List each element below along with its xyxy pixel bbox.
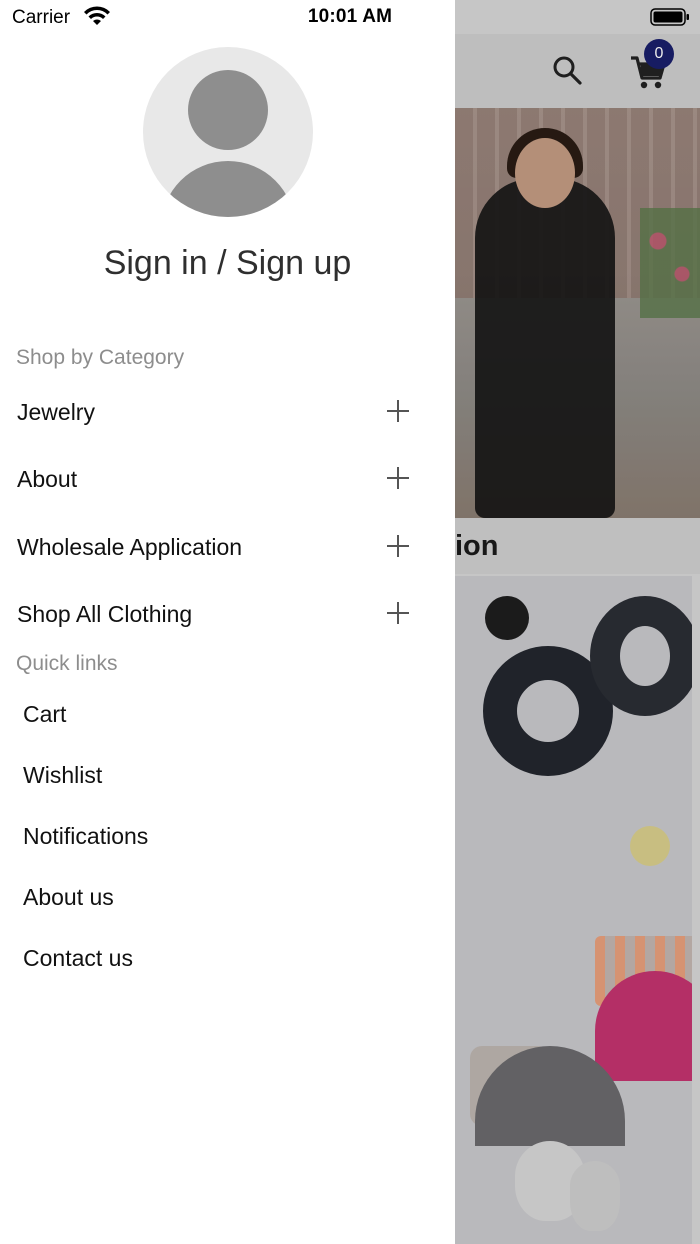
plus-icon[interactable] xyxy=(387,400,409,422)
shop-by-category-heading: Shop by Category xyxy=(16,346,185,369)
quick-links-heading: Quick links xyxy=(16,652,118,675)
category-label: Wholesale Application xyxy=(17,534,243,560)
sign-in-link[interactable]: Sign in / Sign up xyxy=(0,244,455,283)
category-label: Jewelry xyxy=(17,399,95,425)
plus-icon[interactable] xyxy=(387,535,409,557)
category-item-about[interactable]: About xyxy=(0,448,455,512)
avatar-icon[interactable] xyxy=(143,47,313,217)
category-item-wholesale-application[interactable]: Wholesale Application xyxy=(0,516,455,580)
avatar-body xyxy=(161,161,295,217)
plus-icon[interactable] xyxy=(387,602,409,624)
drawer-scrim[interactable] xyxy=(455,0,700,1244)
category-label: Shop All Clothing xyxy=(17,601,193,627)
quick-link-notifications[interactable]: Notifications xyxy=(23,823,148,850)
status-bar: Carrier 10:01 AM xyxy=(0,0,700,34)
clock-label: 10:01 AM xyxy=(307,6,393,27)
category-label: About xyxy=(17,466,78,492)
avatar-head xyxy=(188,70,268,150)
quick-link-about-us[interactable]: About us xyxy=(23,884,114,911)
battery-icon xyxy=(650,8,689,26)
category-item-shop-all-clothing[interactable]: Shop All Clothing xyxy=(0,583,455,647)
quick-link-cart[interactable]: Cart xyxy=(23,701,66,728)
plus-icon[interactable] xyxy=(387,467,409,489)
quick-link-wishlist[interactable]: Wishlist xyxy=(23,762,102,789)
category-item-jewelry[interactable]: Jewelry xyxy=(0,381,455,445)
quick-link-contact-us[interactable]: Contact us xyxy=(23,945,133,972)
side-drawer: Sign in / Sign up Shop by Category Jewel… xyxy=(0,0,455,1244)
